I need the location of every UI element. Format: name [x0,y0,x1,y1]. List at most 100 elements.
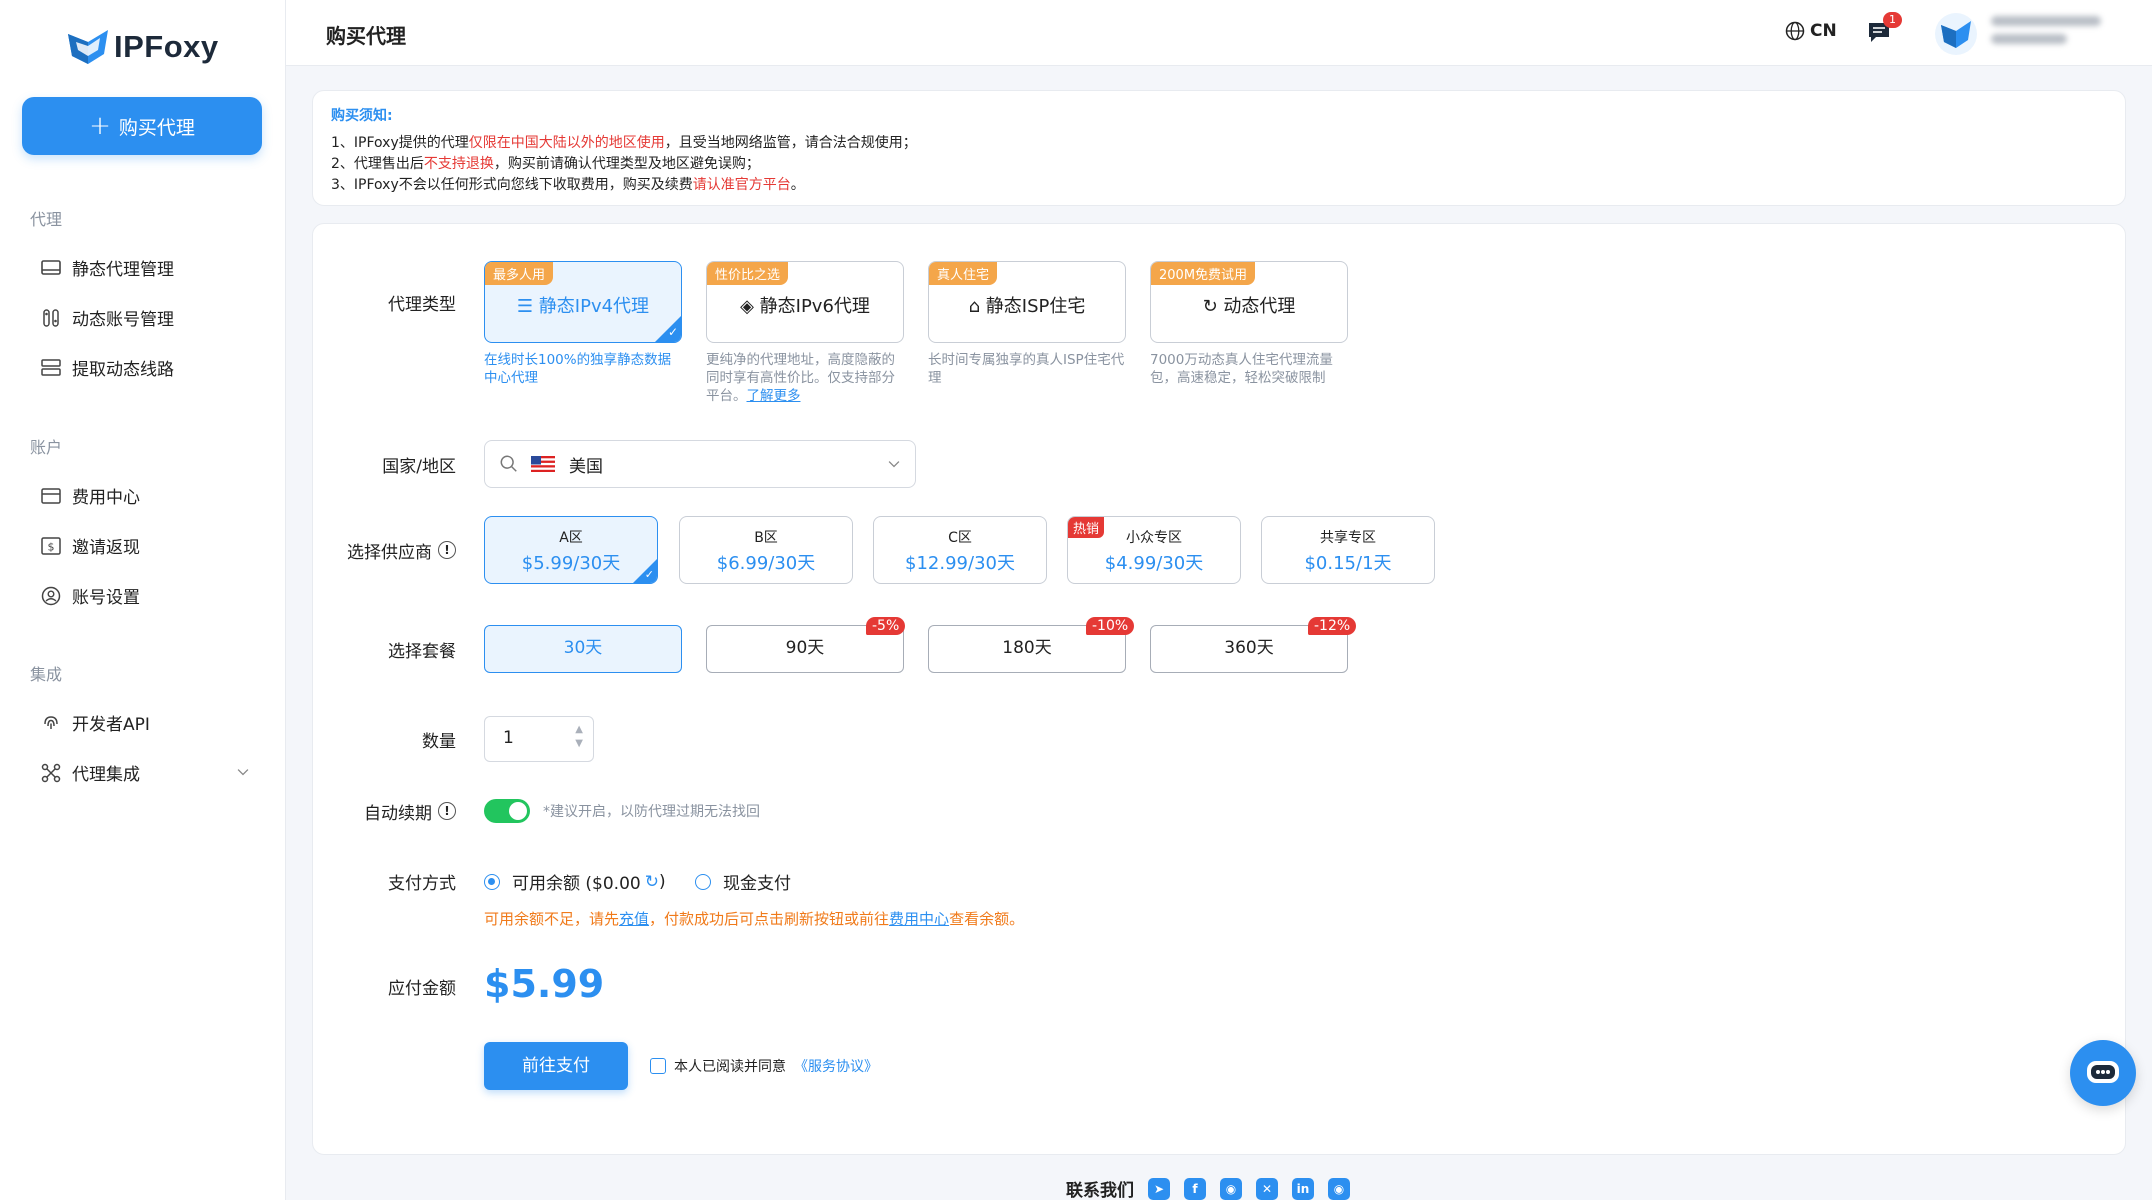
provider-name: 共享专区 [1320,530,1376,546]
proxy-type-label: 代理类型 [388,294,456,315]
agree-text: 本人已阅读并同意 [674,1059,786,1075]
sidebar-item-label: 动态账号管理 [72,310,174,330]
sidebar-item-label: 静态代理管理 [72,260,174,280]
notice-text: 。 [790,177,805,193]
proxy-type-name: ◈ 静态IPv6代理 [707,292,903,318]
proxy-type-ipv6[interactable]: 性价比之选 ◈ 静态IPv6代理 [706,261,904,343]
amount-label: 应付金额 [388,978,456,999]
chevron-down-icon[interactable] [234,763,252,781]
proxy-type-name-text: 静态IPv6代理 [759,296,870,317]
auto-renew-toggle[interactable] [484,799,530,823]
radio-dot [484,873,500,890]
provider-c[interactable]: C区 $12.99/30天 [873,516,1047,584]
chat-support-button[interactable] [2070,1040,2136,1106]
database-icon: ☰ [516,296,539,317]
balance-warning: 可用余额不足，请先充值，付款成功后可点击刷新按钮或前往费用中心查看余额。 [484,908,1024,929]
plan-label: 选择套餐 [388,641,456,662]
info-icon[interactable]: ! [438,802,456,820]
info-icon[interactable]: ! [438,541,456,559]
notice-line-1: 1、IPFoxy提供的代理仅限在中国大陆以外的地区使用，且受当地网络监管，请合法… [331,133,2107,154]
pay-button[interactable]: 前往支付 [484,1042,628,1090]
proxy-type-tag: 性价比之选 [707,262,789,285]
notice-title: 购买须知: [331,108,393,124]
warning-text: ，付款成功后可点击刷新按钮或前往 [649,910,890,928]
server-icon [41,358,61,376]
provider-price: $5.99/30天 [521,553,621,574]
section-title-integration: 集成 [30,665,63,684]
x-twitter-icon[interactable]: ✕ [1256,1177,1278,1200]
service-agreement-link[interactable]: 《服务协议》 [794,1056,878,1076]
recharge-link[interactable]: 充值 [619,910,649,928]
message-count-badge: 1 [1883,12,1902,28]
sidebar-item-label: 代理集成 [72,765,140,785]
buy-proxy-button[interactable]: + 购买代理 [22,97,262,155]
sidebar-item-dynamic-account[interactable]: 动态账号管理 [40,305,260,330]
provider-name: C区 [948,530,972,546]
country-select[interactable]: 美国 [484,440,916,488]
sidebar-item-billing[interactable]: 费用中心 [40,483,260,508]
sidebar-item-extract-lines[interactable]: 提取动态线路 [40,355,260,380]
stepper-arrows[interactable]: ▲ ▼ [575,723,583,751]
search-icon [500,455,517,472]
provider-label-text: 选择供应商 [347,542,432,563]
notice-text: 1、IPFoxy提供的代理 [331,135,469,151]
discord-alt-icon[interactable]: ◉ [1328,1177,1350,1200]
us-flag-icon [531,456,555,472]
proxy-type-desc: 长时间专属独享的真人ISP住宅代理 [928,352,1125,386]
purchase-notice: 购买须知: 1、IPFoxy提供的代理仅限在中国大陆以外的地区使用，且受当地网络… [312,90,2126,206]
sidebar-item-referral[interactable]: $ 邀请返现 [40,533,260,558]
linkedin-icon[interactable]: in [1292,1177,1314,1200]
learn-more-link[interactable]: 了解更多 [747,388,801,404]
pay-balance-radio[interactable]: 可用余额 ($0.00 ↻ ) [484,869,666,894]
language-switcher[interactable]: CN [1784,20,1837,42]
warning-text: 查看余额。 [949,910,1025,928]
top-header: 购买代理 CN 1 [286,0,2152,66]
sidebar-item-developer-api[interactable]: 开发者API [40,710,260,735]
buy-proxy-label: 购买代理 [118,116,195,139]
section-title-proxy: 代理 [30,210,63,229]
proxy-type-name-text: 静态ISP住宅 [985,296,1086,317]
agree-checkbox[interactable] [650,1058,666,1074]
provider-price: $12.99/30天 [905,553,1015,574]
sidebar-item-label: 账号设置 [72,588,140,608]
proxy-type-name-text: 动态代理 [1223,296,1296,317]
sidebar-item-proxy-integration[interactable]: 代理集成 [40,760,260,785]
country-label: 国家/地区 [382,456,456,477]
plan-30-days[interactable]: 30天 [484,625,682,673]
pay-cash-radio[interactable]: 现金支付 [695,869,791,894]
discord-icon[interactable]: ◉ [1220,1177,1242,1200]
quantity-stepper[interactable]: 1 ▲ ▼ [484,716,594,762]
proxy-type-name: ↻ 动态代理 [1151,292,1347,318]
proxy-type-isp[interactable]: 真人住宅 ⌂ 静态ISP住宅 [928,261,1126,343]
avatar[interactable] [1934,12,1978,56]
balance-label: 可用余额 ($0.00 [512,874,641,894]
provider-niche[interactable]: 热销 小众专区 $4.99/30天 [1067,516,1241,584]
provider-name: B区 [754,530,778,546]
brand-name: IPFoxy [114,29,219,64]
notice-text: ，购买前请确认代理类型及地区避免误购； [493,156,760,172]
sidebar-item-static-proxy[interactable]: 静态代理管理 [40,255,260,280]
proxy-type-dynamic[interactable]: 200M免费试用 ↻ 动态代理 [1150,261,1348,343]
refresh-icon[interactable]: ↻ [645,872,659,892]
logo[interactable]: IPFoxy [66,28,219,66]
provider-name: A区 [559,530,583,546]
proxy-type-name: ☰ 静态IPv4代理 [485,292,681,318]
proxy-type-tag: 真人住宅 [929,262,998,285]
chevron-down-icon [888,461,900,468]
agreement: 本人已阅读并同意 《服务协议》 [650,1056,878,1076]
proxy-type-desc: 更纯净的代理地址，高度隐蔽的同时享有高性价比。仅支持部分平台。了解更多 [706,351,906,405]
provider-shared[interactable]: 共享专区 $0.15/1天 [1261,516,1435,584]
facebook-icon[interactable]: f [1184,1177,1206,1200]
user-info-blurred[interactable] [1991,16,2111,52]
warning-text: 可用余额不足，请先 [484,910,620,928]
provider-price: $0.15/1天 [1304,553,1392,574]
proxy-type-ipv4[interactable]: 最多人用 ☰ 静态IPv4代理 ✓ [484,261,682,343]
amount-value: $5.99 [484,962,605,1006]
provider-a[interactable]: A区 $5.99/30天 ✓ [484,516,658,584]
user-circle-icon [41,586,61,605]
sidebar-item-account-settings[interactable]: 账号设置 [40,583,260,608]
provider-b[interactable]: B区 $6.99/30天 [679,516,853,584]
billing-center-link[interactable]: 费用中心 [889,910,949,928]
notice-text: 2、代理售出后 [331,156,424,172]
telegram-icon[interactable]: ➤ [1148,1177,1170,1200]
